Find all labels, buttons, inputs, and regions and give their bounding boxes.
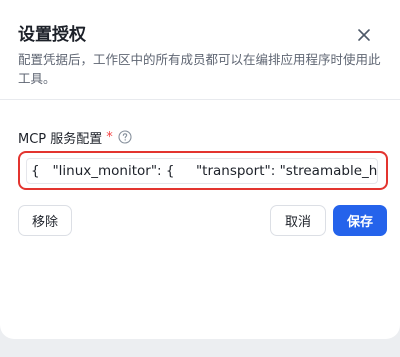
authorization-dialog: 设置授权 配置凭据后，工作区中的所有成员都可以在编排应用程序时使用此工具。 MC… <box>0 0 400 339</box>
remove-button[interactable]: 移除 <box>18 205 72 236</box>
cancel-button[interactable]: 取消 <box>270 205 326 236</box>
mcp-config-highlight: { "linux_monitor": { "transport": "strea… <box>18 151 388 190</box>
page-backdrop: 设置授权 配置凭据后，工作区中的所有成员都可以在编排应用程序时使用此工具。 MC… <box>0 0 400 357</box>
close-button[interactable] <box>354 25 374 45</box>
header-divider <box>0 99 400 100</box>
mcp-config-input-value: { "linux_monitor": { "transport": "strea… <box>31 163 378 179</box>
dialog-title: 设置授权 <box>18 25 86 45</box>
mcp-config-label-row: MCP 服务配置 * <box>18 127 132 147</box>
save-button[interactable]: 保存 <box>333 205 387 236</box>
mcp-config-label: MCP 服务配置 <box>18 131 103 147</box>
dialog-description: 配置凭据后，工作区中的所有成员都可以在编排应用程序时使用此工具。 <box>18 52 381 86</box>
mcp-config-input[interactable]: { "linux_monitor": { "transport": "strea… <box>26 158 378 184</box>
close-icon <box>358 29 370 41</box>
required-mark: * <box>106 129 113 145</box>
dialog-header: 设置授权 配置凭据后，工作区中的所有成员都可以在编排应用程序时使用此工具。 <box>0 0 400 99</box>
question-circle-icon[interactable] <box>118 130 132 144</box>
